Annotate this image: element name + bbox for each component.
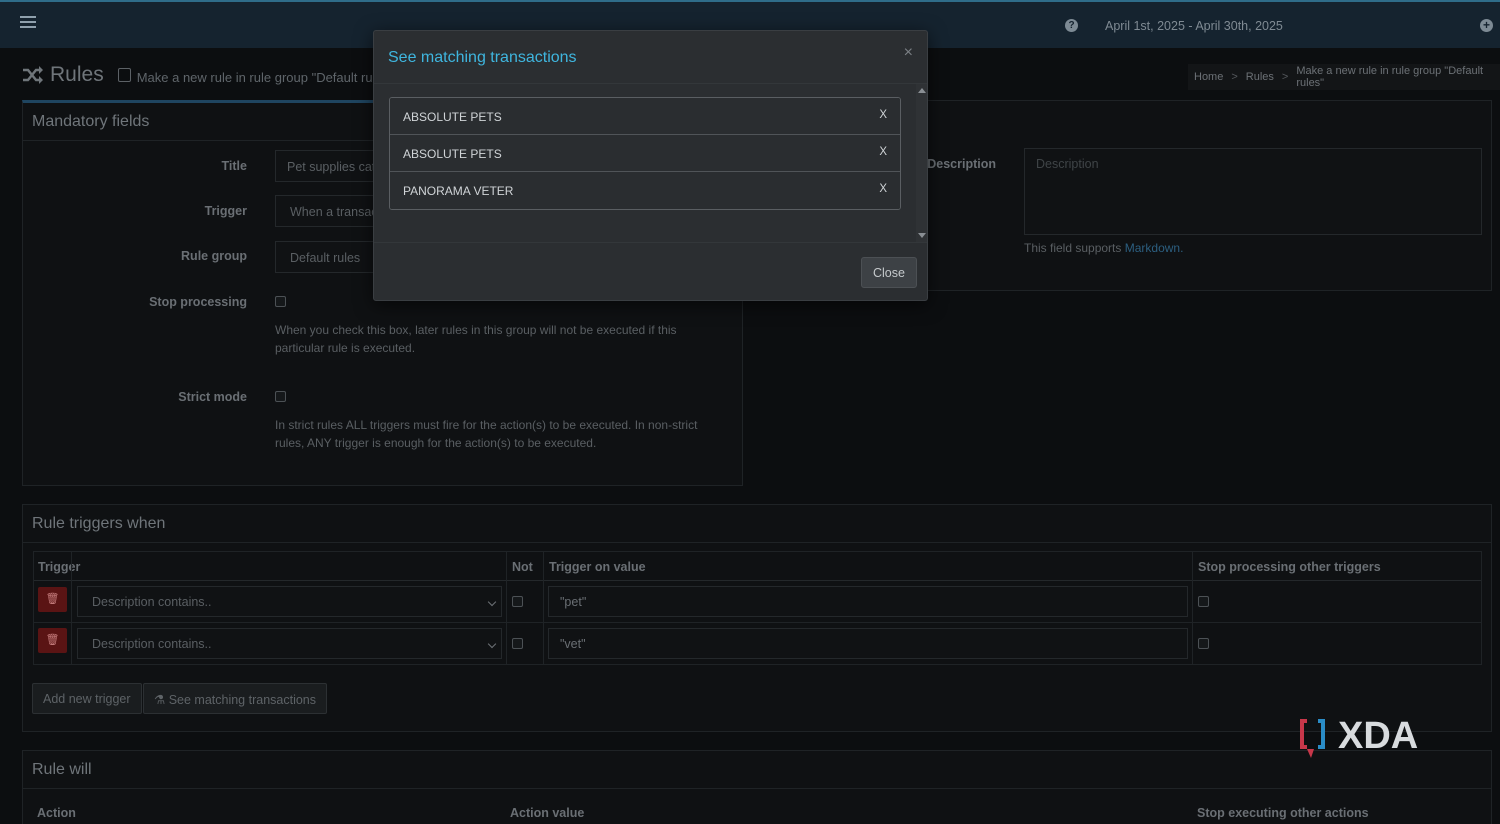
trigger-select[interactable]: When a transac [275, 195, 385, 227]
trigger-value-input[interactable]: "pet" [548, 586, 1188, 617]
add-new-trigger-button[interactable]: Add new trigger [32, 683, 142, 714]
description-textarea[interactable]: Description [1024, 148, 1482, 235]
column-trigger: Trigger [38, 560, 81, 574]
breadcrumb-separator: > [1281, 71, 1289, 83]
remove-transaction-button[interactable]: X [879, 109, 887, 121]
markdown-help-text: This field supports [1024, 241, 1122, 255]
trigger-type-select[interactable]: Description contains.. [77, 586, 502, 617]
column-divider [506, 552, 507, 665]
transaction-name: PANORAMA VETER [403, 184, 514, 198]
strict-mode-help: In strict rules ALL triggers must fire f… [275, 418, 698, 450]
transaction-name: ABSOLUTE PETS [403, 147, 502, 161]
remove-transaction-button[interactable]: X [879, 146, 887, 158]
question-circle-icon[interactable]: ? [1065, 19, 1078, 32]
plus-circle-icon[interactable]: + [1480, 19, 1493, 32]
trash-icon: 🗑 [45, 593, 60, 605]
chevron-down-icon [487, 597, 497, 607]
rule-group-select[interactable]: Default rules [275, 241, 385, 273]
modal-scrollbar[interactable] [916, 84, 927, 242]
column-stop-executing: Stop executing other actions [1197, 806, 1369, 820]
modal-header-divider [374, 83, 927, 84]
page-subtitle: Make a new rule in rule group "Default r… [136, 69, 394, 85]
trigger-row: 🗑 Description contains.. "pet" [34, 581, 1481, 623]
column-trigger-value: Trigger on value [549, 560, 646, 574]
modal-footer-divider [374, 242, 927, 243]
copy-icon [117, 68, 131, 82]
delete-trigger-button[interactable]: 🗑 [38, 587, 67, 612]
trigger-stop-checkbox[interactable] [1198, 596, 1209, 607]
trigger-type-select[interactable]: Description contains.. [77, 628, 502, 659]
trigger-row: 🗑 Description contains.. "vet" [34, 623, 1481, 664]
rule-group-label: Rule group [181, 249, 247, 263]
triggers-table-header: Trigger Not Trigger on value Stop proces… [34, 552, 1481, 581]
rule-triggers-heading: Rule triggers when [23, 505, 1491, 543]
stop-processing-checkbox[interactable] [275, 296, 286, 307]
column-action: Action [37, 806, 76, 820]
delete-trigger-button[interactable]: 🗑 [38, 628, 67, 653]
transaction-item[interactable]: PANORAMA VETER X [390, 172, 900, 209]
trigger-label: Trigger [204, 204, 247, 218]
scroll-down-icon[interactable] [918, 233, 926, 238]
modal-title: See matching transactions [388, 49, 577, 66]
column-action-value: Action value [510, 806, 585, 820]
strict-mode-checkbox[interactable] [275, 391, 286, 402]
column-divider [1192, 552, 1193, 665]
page-header: Rules Make a new rule in rule group "Def… [22, 60, 394, 90]
markdown-help: This field supports Markdown. [1024, 241, 1183, 255]
close-icon[interactable]: × [904, 44, 913, 62]
rule-actions-heading: Rule will [23, 751, 1491, 789]
shuffle-icon [23, 66, 43, 84]
strict-mode-label: Strict mode [178, 390, 247, 404]
trigger-type-value: Description contains.. [92, 595, 212, 609]
triggers-table: Trigger Not Trigger on value Stop proces… [33, 551, 1482, 665]
matching-transactions-modal: See matching transactions × ABSOLUTE PET… [373, 30, 928, 301]
trash-icon: 🗑 [45, 634, 60, 646]
breadcrumb: Home > Rules > Make a new rule in rule g… [1188, 64, 1500, 90]
markdown-link[interactable]: Markdown. [1125, 241, 1184, 255]
see-matching-label: See matching transactions [168, 693, 317, 707]
trigger-not-checkbox[interactable] [512, 638, 523, 649]
stop-processing-help: When you check this box, later rules in … [275, 323, 677, 355]
column-not: Not [512, 560, 533, 574]
transaction-item[interactable]: ABSOLUTE PETS X [390, 98, 900, 135]
breadcrumb-separator: > [1231, 71, 1238, 83]
column-divider [543, 552, 544, 665]
stop-processing-label: Stop processing [149, 295, 247, 309]
title-input[interactable]: Pet supplies cat [275, 150, 385, 182]
page-title: Rules [50, 63, 104, 86]
trigger-value-input[interactable]: "vet" [548, 628, 1188, 659]
scroll-up-icon[interactable] [918, 88, 926, 93]
title-label: Title [221, 159, 247, 173]
breadcrumb-current: Make a new rule in rule group "Default r… [1296, 65, 1484, 89]
breadcrumb-home[interactable]: Home [1194, 71, 1223, 83]
trigger-stop-checkbox[interactable] [1198, 638, 1209, 649]
remove-transaction-button[interactable]: X [879, 183, 887, 195]
transaction-item[interactable]: ABSOLUTE PETS X [390, 135, 900, 172]
hamburger-icon[interactable] [20, 16, 36, 30]
trigger-type-value: Description contains.. [92, 637, 212, 651]
flask-icon: ⚗ [154, 693, 166, 707]
column-stop-processing: Stop processing other triggers [1198, 560, 1381, 574]
chevron-down-icon [487, 639, 497, 649]
see-matching-transactions-button[interactable]: ⚗ See matching transactions [143, 683, 328, 714]
column-divider [71, 552, 72, 665]
xda-logo: XDA [1300, 715, 1418, 758]
xda-logo-text: XDA [1338, 715, 1418, 757]
transaction-list: ABSOLUTE PETS X ABSOLUTE PETS X PANORAMA… [389, 97, 901, 210]
date-range-picker[interactable]: April 1st, 2025 - April 30th, 2025 [1105, 19, 1283, 33]
close-button[interactable]: Close [861, 257, 917, 288]
transaction-name: ABSOLUTE PETS [403, 110, 502, 124]
trigger-not-checkbox[interactable] [512, 596, 523, 607]
breadcrumb-rules[interactable]: Rules [1246, 71, 1274, 83]
